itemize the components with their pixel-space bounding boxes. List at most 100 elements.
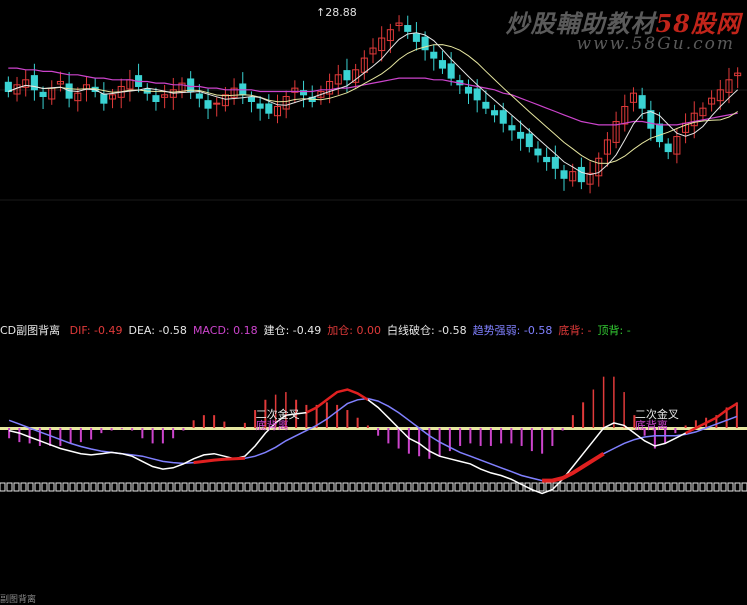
candle-body (447, 63, 455, 79)
band-cell (426, 482, 433, 492)
candle-body (30, 75, 38, 91)
band-cell (167, 482, 174, 492)
band-cell (55, 482, 62, 492)
band-cell (27, 482, 34, 492)
indicator-item: 加仓: 0.00 (327, 324, 381, 337)
band-cell (419, 482, 426, 492)
band-cell (377, 482, 384, 492)
band-cell (678, 482, 685, 492)
band-cell (538, 482, 545, 492)
band-cell (447, 482, 454, 492)
band-cell (363, 482, 370, 492)
band-cell (566, 482, 573, 492)
band-cell (335, 482, 342, 492)
candle-body (265, 103, 273, 114)
band-cell (279, 482, 286, 492)
band-cell (146, 482, 153, 492)
band-cell (405, 482, 412, 492)
band-cell (391, 482, 398, 492)
candle-body (152, 95, 160, 102)
band-cell (265, 482, 272, 492)
band-cell (496, 482, 503, 492)
band-cell (216, 482, 223, 492)
band-cell (153, 482, 160, 492)
band-cell (587, 482, 594, 492)
band-cell (293, 482, 300, 492)
candle-body (438, 60, 446, 69)
band-cell (643, 482, 650, 492)
candle-body (256, 103, 264, 109)
band-cell (118, 482, 125, 492)
band-cell (636, 482, 643, 492)
band-cell (384, 482, 391, 492)
band-cell (356, 482, 363, 492)
candle-body (343, 70, 351, 81)
band-cell (608, 482, 615, 492)
band-cell (657, 482, 664, 492)
band-cell (580, 482, 587, 492)
band-cell (720, 482, 727, 492)
band-cell (573, 482, 580, 492)
band-cell (237, 482, 244, 492)
band-cell (706, 482, 713, 492)
band-cell (510, 482, 517, 492)
band-cell (349, 482, 356, 492)
stock-chart: 二次金叉底背离二次金叉底背离 (0, 15, 747, 495)
band-cell (76, 482, 83, 492)
high-price-label: ↑28.88 (316, 6, 357, 19)
candle-body (664, 143, 672, 153)
annotation-label: 底背离 (256, 418, 289, 432)
band-cell (20, 482, 27, 492)
candle-body (100, 93, 108, 104)
band-cell (111, 482, 118, 492)
band-cell (328, 482, 335, 492)
band-cell (559, 482, 566, 492)
candle-body (213, 102, 221, 105)
candle-body (551, 156, 559, 169)
candle-body (412, 33, 420, 42)
candle-body (560, 170, 568, 179)
band-cell (671, 482, 678, 492)
band-cell (258, 482, 265, 492)
indicator-item: 建仓: -0.49 (263, 324, 322, 337)
band-cell (664, 482, 671, 492)
band-cell (692, 482, 699, 492)
band-cell (594, 482, 601, 492)
band-cell (41, 482, 48, 492)
band-cell (244, 482, 251, 492)
band-cell (272, 482, 279, 492)
indicator-item: 趋势强弱: -0.58 (472, 324, 553, 337)
band-cell (412, 482, 419, 492)
candle-body (39, 91, 47, 97)
band-cell (321, 482, 328, 492)
highlight-segment (193, 456, 245, 465)
candle-body (525, 133, 533, 148)
candle-body (4, 81, 12, 92)
candle-body (577, 166, 585, 183)
band-cell (650, 482, 657, 492)
indicator-item: 白线破仓: -0.58 (386, 324, 467, 337)
candle-body (499, 110, 507, 124)
band-cell (0, 482, 6, 492)
candle-body (491, 110, 499, 116)
high-price-value: 28.88 (325, 6, 357, 19)
candle-body (195, 93, 203, 99)
band-cell (503, 482, 510, 492)
band-cell (174, 482, 181, 492)
band-cell (6, 482, 13, 492)
band-cell (440, 482, 447, 492)
band-cell (629, 482, 636, 492)
band-cell (90, 482, 97, 492)
band-cell (188, 482, 195, 492)
indicator-item: 底背: - (558, 324, 592, 337)
band-cell (160, 482, 167, 492)
band-cell (734, 482, 741, 492)
annotation-label: 底背离 (635, 418, 668, 432)
indicator-header: CD副图背离 DIF: -0.49 DEA: -0.58 MACD: 0.18 建仓:… (0, 323, 637, 339)
band-cell (209, 482, 216, 492)
band-cell (482, 482, 489, 492)
band-cell (62, 482, 69, 492)
band-cell (741, 482, 747, 492)
candle-body (430, 51, 438, 59)
band-cell (251, 482, 258, 492)
